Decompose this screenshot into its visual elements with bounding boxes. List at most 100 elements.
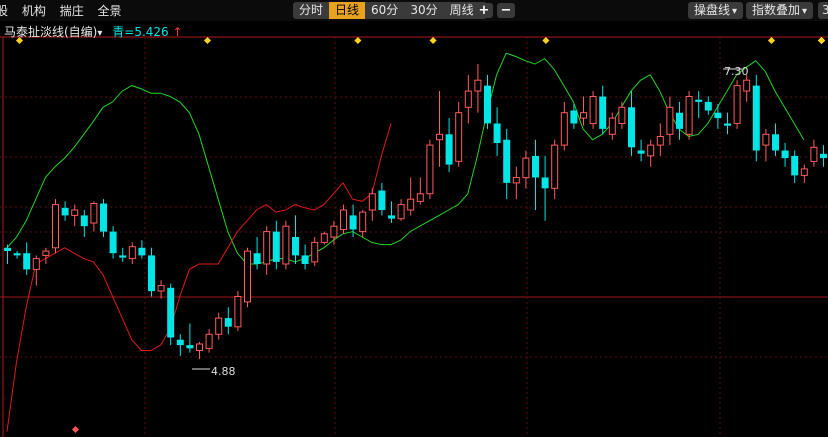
candle-body: [301, 255, 309, 264]
candle-body: [820, 153, 827, 159]
candle-body: [493, 123, 501, 143]
price-annotations: 4.88 7.30: [192, 65, 749, 378]
candle-body: [436, 133, 443, 141]
candle-body: [676, 112, 683, 129]
candle-body: [800, 168, 808, 176]
candle-body: [311, 241, 319, 263]
candle-body: [320, 233, 328, 243]
candle-body: [724, 123, 731, 126]
candle-body: [90, 203, 98, 224]
candle-body: [532, 155, 539, 178]
red-indicator-line: [6, 123, 392, 432]
signal-dot: [542, 36, 550, 45]
signal-dot: [429, 36, 437, 45]
candle-body: [599, 96, 607, 129]
candle-body: [109, 231, 117, 254]
candle-body: [80, 215, 88, 227]
candle-body: [608, 117, 616, 135]
candle-body: [474, 79, 482, 92]
candle-body: [503, 139, 511, 183]
candle-body: [397, 204, 405, 220]
candle-body: [205, 333, 213, 349]
candle-body: [61, 207, 69, 216]
candle-body: [52, 204, 59, 249]
indicator-name[interactable]: 马泰扯淡线(自编): [4, 25, 97, 39]
candle-body: [340, 209, 347, 230]
candle-body: [580, 112, 587, 119]
candle-body: [618, 106, 626, 125]
candle-body: [388, 215, 395, 219]
chevron-down-icon[interactable]: ▾: [97, 28, 102, 39]
candle-body: [714, 112, 722, 119]
candle-body: [695, 99, 703, 102]
candle-body: [282, 225, 290, 265]
signal-dot: [767, 36, 776, 45]
candle-body: [349, 215, 357, 230]
candle-body: [263, 231, 271, 265]
candle-body: [244, 250, 251, 303]
candle-body: [637, 150, 645, 154]
candle-body: [589, 96, 597, 124]
candle-body: [119, 255, 127, 258]
candle-body: [628, 107, 635, 148]
candle-body: [128, 246, 136, 260]
candle-body: [570, 110, 578, 124]
candle-body: [215, 317, 223, 335]
low-price-label: 4.88: [211, 365, 236, 378]
candle-body: [791, 155, 799, 176]
candle-body: [772, 134, 779, 151]
candle-body: [656, 136, 664, 146]
indicator-series-name: 青: [112, 25, 125, 39]
indicator-lines: [6, 52, 805, 432]
candle-body: [71, 209, 79, 216]
signal-dots: [15, 36, 826, 434]
candle-body: [224, 318, 232, 327]
indicator-legend: 马泰扯淡线(自编)▾ 青=5.426 ↑: [4, 23, 183, 40]
candle-body: [704, 101, 712, 111]
candle-body: [810, 146, 818, 162]
candle-body: [176, 339, 184, 346]
candle-body: [196, 343, 203, 351]
signal-dot: [817, 36, 826, 45]
candle-body: [781, 150, 789, 159]
candle-body: [743, 79, 751, 92]
candle-body: [253, 253, 261, 264]
indicator-value: 5.426: [134, 25, 169, 39]
candle-body: [762, 133, 770, 146]
candle-body: [330, 225, 338, 238]
candle-body: [541, 177, 549, 189]
up-arrow-icon: ↑: [172, 25, 183, 39]
signal-dot: [354, 36, 362, 45]
candle-body: [560, 112, 568, 146]
high-price-label: 7.30: [724, 65, 749, 78]
candlesticks: [4, 64, 827, 360]
candle-body: [23, 253, 31, 270]
candle-body: [464, 90, 472, 108]
candle-body: [13, 253, 21, 256]
candle-body: [685, 96, 693, 135]
candle-body: [551, 144, 559, 189]
candle-body: [368, 193, 376, 211]
candle-body: [148, 255, 155, 292]
candle-body: [752, 85, 760, 151]
candle-body: [167, 287, 175, 338]
candle-body: [484, 85, 491, 124]
candle-body: [378, 190, 386, 210]
candle-body: [512, 177, 520, 184]
candle-body: [138, 247, 146, 256]
candle-body: [234, 296, 242, 328]
candle-body: [4, 247, 11, 251]
signal-dot: [203, 36, 212, 45]
candle-body: [455, 112, 463, 162]
candle-body: [666, 106, 674, 135]
candle-body: [426, 144, 434, 195]
candle-body: [733, 85, 741, 124]
candle-body: [647, 144, 655, 157]
candle-body: [407, 198, 415, 211]
candle-body: [186, 345, 194, 349]
candle-body: [100, 203, 107, 232]
candle-body: [272, 231, 280, 262]
candle-body: [416, 193, 424, 202]
bottom-signal-marker: [71, 425, 80, 434]
kline-chart[interactable]: 4.88 7.30: [0, 0, 828, 437]
